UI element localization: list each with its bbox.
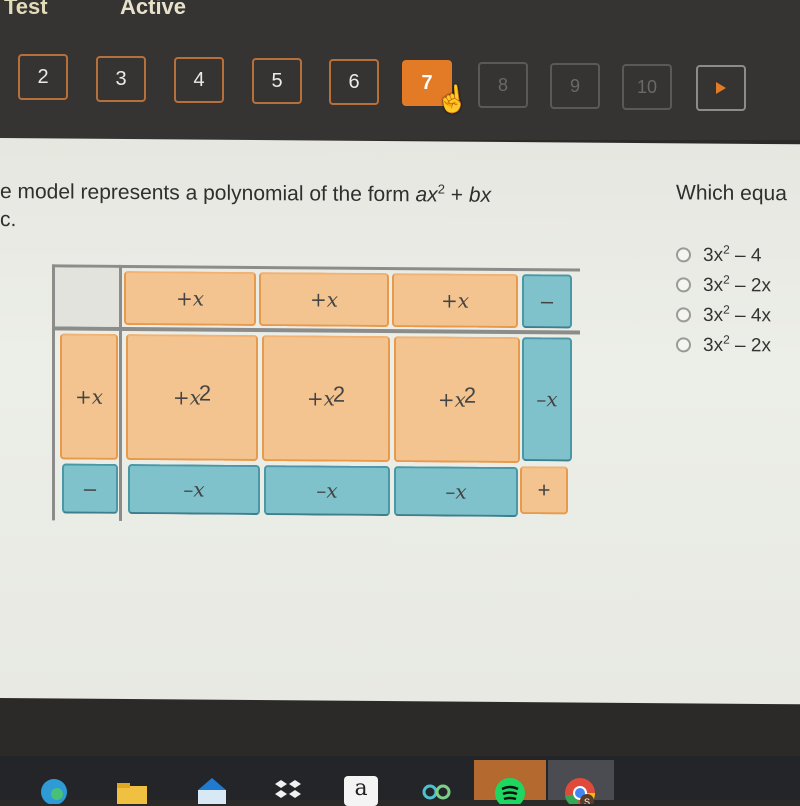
prompt-line1: e model represents a polynomial of the f… bbox=[0, 180, 416, 207]
x-tile: +x bbox=[124, 270, 256, 327]
option-exp: 2 bbox=[723, 332, 730, 347]
option-rest: – 2x bbox=[729, 334, 771, 357]
question-2-button[interactable]: 2 bbox=[18, 54, 68, 100]
question-6-button[interactable]: 6 bbox=[329, 59, 379, 105]
algebra-tile-model: +x +x +x – +x – +x 2 +x 2 +x 2 –x –x –x –x … bbox=[52, 262, 582, 526]
option-prefix: 3x bbox=[703, 334, 724, 356]
option-text: 3x2 – 4 bbox=[703, 242, 761, 267]
x-tile: +x bbox=[60, 333, 118, 460]
unit-tile: – bbox=[62, 463, 118, 514]
option-prefix: 3x bbox=[703, 304, 724, 326]
prompt-plus: + bbox=[444, 183, 469, 207]
option-prefix: 3x bbox=[703, 274, 724, 296]
tile-exponent: 2 bbox=[198, 380, 212, 406]
question-text: Which equa bbox=[676, 181, 787, 206]
tile-exponent: 2 bbox=[463, 382, 477, 408]
x-tile: –x bbox=[394, 466, 518, 518]
option-exp: 2 bbox=[723, 302, 730, 317]
tile-exponent: 2 bbox=[332, 381, 346, 407]
option-exp: 2 bbox=[723, 272, 730, 287]
answer-option[interactable]: 3x2 – 4 bbox=[676, 239, 771, 270]
taskbar: a S bbox=[0, 756, 800, 806]
status-label: Active bbox=[120, 0, 187, 19]
prompt-term-b: bx bbox=[468, 183, 492, 207]
grid-line bbox=[119, 264, 122, 521]
option-rest: – 4 bbox=[729, 244, 762, 267]
question-4-button[interactable]: 4 bbox=[174, 57, 224, 103]
chrome-profile-badge: S bbox=[584, 797, 590, 804]
question-5-button[interactable]: 5 bbox=[252, 58, 302, 104]
answer-option[interactable]: 3x2 – 4x bbox=[676, 299, 771, 330]
play-triangle-icon bbox=[716, 82, 726, 94]
x-tile: –x bbox=[128, 464, 260, 516]
option-text: 3x2 – 2x bbox=[703, 332, 771, 357]
prompt-term-a: ax bbox=[415, 183, 438, 207]
x-squared-tile: +x 2 bbox=[126, 333, 258, 462]
option-text: 3x2 – 2x bbox=[703, 272, 771, 297]
answer-option[interactable]: 3x2 – 2x bbox=[676, 269, 771, 300]
x-squared-tile: +x 2 bbox=[262, 335, 390, 463]
option-exp: 2 bbox=[723, 242, 730, 257]
x-tile: –x bbox=[264, 465, 390, 517]
tile-label: + bbox=[537, 477, 551, 503]
tile-label: +x bbox=[172, 385, 201, 410]
tile-label: – bbox=[83, 475, 97, 501]
amazon-icon[interactable]: a bbox=[344, 776, 378, 806]
option-prefix: 3x bbox=[703, 244, 724, 266]
radio-button[interactable] bbox=[676, 336, 691, 352]
option-text: 3x2 – 4x bbox=[703, 302, 771, 327]
answer-options: 3x2 – 4 3x2 – 2x 3x2 – 4x 3x2 – 2x bbox=[676, 239, 771, 360]
radio-button[interactable] bbox=[676, 276, 691, 292]
x-squared-tile: +x 2 bbox=[394, 336, 520, 464]
prompt-exponent: 2 bbox=[437, 181, 445, 197]
next-question-button[interactable] bbox=[696, 65, 746, 111]
test-title: Test bbox=[4, 0, 48, 19]
corner-cell bbox=[55, 267, 119, 327]
x-tile: +x bbox=[259, 272, 389, 328]
tile-label: +x bbox=[306, 386, 335, 411]
unit-tile: + bbox=[520, 466, 568, 515]
question-10-button[interactable]: 10 bbox=[622, 64, 672, 110]
x-tile: +x bbox=[392, 273, 518, 329]
hand-pointer-icon: ☝ bbox=[434, 82, 470, 116]
unit-tile: – bbox=[522, 274, 572, 329]
radio-button[interactable] bbox=[676, 246, 691, 262]
x-tile: –x bbox=[522, 337, 572, 462]
question-content: e model represents a polynomial of the f… bbox=[0, 138, 800, 705]
option-rest: – 4x bbox=[729, 304, 771, 327]
question-8-button[interactable]: 8 bbox=[478, 62, 528, 108]
prompt-text: e model represents a polynomial of the f… bbox=[0, 172, 660, 239]
question-9-button[interactable]: 9 bbox=[550, 63, 600, 109]
question-3-button[interactable]: 3 bbox=[96, 56, 146, 102]
option-rest: – 2x bbox=[729, 274, 771, 297]
answer-option[interactable]: 3x2 – 2x bbox=[676, 329, 771, 360]
tile-label: +x bbox=[437, 387, 466, 412]
prompt-line2: c. bbox=[0, 208, 17, 232]
radio-button[interactable] bbox=[676, 306, 691, 322]
test-header: Test Active 2 3 4 5 6 7 8 9 10 ☝ bbox=[0, 0, 800, 140]
tile-label: – bbox=[540, 288, 554, 314]
